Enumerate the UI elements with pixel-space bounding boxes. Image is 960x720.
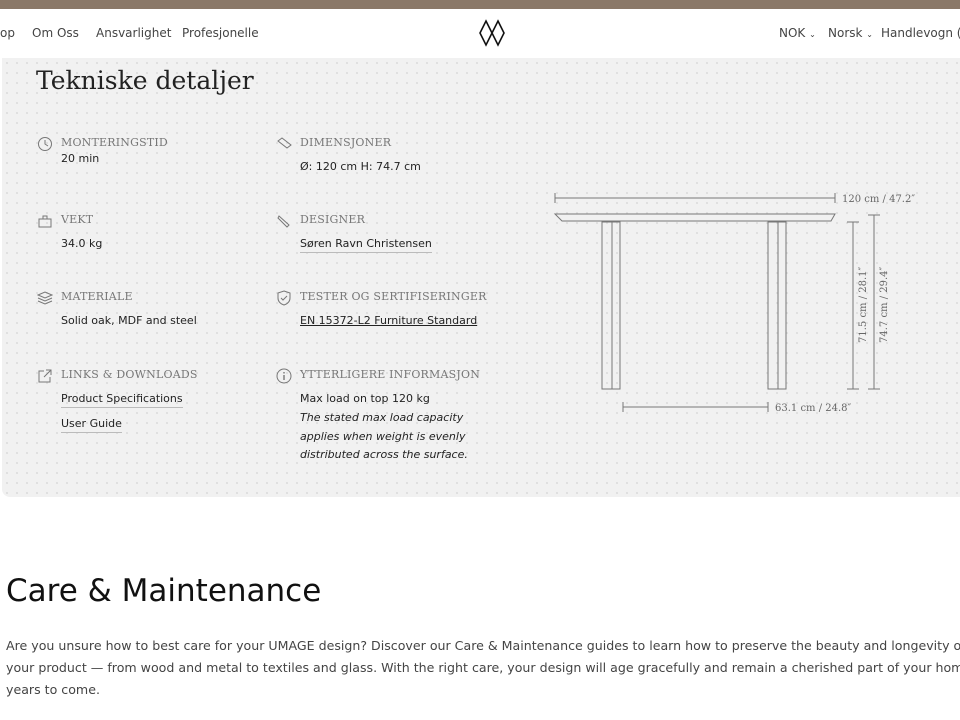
care-title: Care & Maintenance: [6, 573, 322, 609]
currency-label: NOK: [779, 26, 806, 40]
nav-link-shop[interactable]: op: [0, 26, 15, 40]
detail-value: Solid oak, MDF and steel: [61, 314, 197, 327]
table-dimension-drawing: 120 cm / 47.2″ 71.5 cm / 28.1″ 74.7 cm /…: [553, 193, 915, 414]
designer-link[interactable]: Søren Ravn Christensen: [300, 237, 432, 253]
detail-label: MATERIALE: [61, 290, 133, 303]
layers-icon: [37, 291, 53, 305]
shield-check-icon: [277, 290, 291, 306]
currency-selector[interactable]: NOK ⌄: [779, 26, 816, 40]
detail-label: DESIGNER: [300, 213, 366, 226]
leg-span-dimension-label: 63.1 cm / 24.8″: [775, 403, 852, 414]
nav-link-profesjonelle[interactable]: Profesjonelle: [182, 26, 259, 40]
cart-link[interactable]: Handlevogn (0: [881, 26, 960, 40]
nav-link-om-oss[interactable]: Om Oss: [32, 26, 79, 40]
language-label: Norsk: [828, 26, 863, 40]
detail-note: distributed across the surface.: [300, 448, 468, 461]
detail-label: VEKT: [61, 213, 94, 226]
brand-logo[interactable]: [478, 19, 506, 47]
info-icon: [276, 368, 292, 384]
detail-value: Ø: 120 cm H: 74.7 cm: [300, 160, 421, 173]
care-line: Are you unsure how to best care for your…: [6, 638, 960, 653]
certification-link[interactable]: EN 15372-L2 Furniture Standard: [300, 314, 477, 327]
leg-height-dimension-label: 71.5 cm / 28.1″: [858, 266, 869, 343]
user-guide-link[interactable]: User Guide: [61, 417, 122, 433]
chevron-down-icon: ⌄: [866, 30, 873, 39]
section-title: Tekniske detaljer: [36, 66, 254, 95]
detail-value: 20 min: [61, 152, 100, 165]
care-line: your product — from wood and metal to te…: [6, 660, 960, 675]
detail-note: The stated max load capacity: [300, 411, 464, 424]
care-description: Are you unsure how to best care for your…: [6, 635, 960, 701]
detail-label: TESTER OG SERTIFISERINGER: [300, 290, 487, 303]
care-line: years to come.: [6, 682, 100, 697]
detail-note: applies when weight is evenly: [300, 430, 466, 443]
detail-value: Max load on top 120 kg: [300, 392, 430, 405]
technical-details-panel: Tekniske detaljer MONTERINGSTID 20 min D…: [2, 58, 960, 497]
total-height-dimension-label: 74.7 cm / 29.4″: [879, 266, 890, 343]
announcement-bar: [0, 0, 960, 9]
ruler-icon: [277, 137, 292, 149]
chevron-down-icon: ⌄: [809, 30, 816, 39]
product-specifications-link[interactable]: Product Specifications: [61, 392, 183, 408]
detail-label: DIMENSJONER: [300, 136, 392, 149]
pencil-icon: [277, 215, 290, 228]
language-selector[interactable]: Norsk ⌄: [828, 26, 873, 40]
top-nav: op Om Oss Ansvarlighet Profesjonelle NOK…: [0, 9, 960, 58]
detail-label: MONTERINGSTID: [61, 136, 168, 149]
width-dimension-label: 120 cm / 47.2″: [842, 194, 915, 205]
nav-link-ansvarlighet[interactable]: Ansvarlighet: [96, 26, 171, 40]
detail-label: LINKS & DOWNLOADS: [61, 368, 198, 381]
detail-value: 34.0 kg: [61, 237, 103, 250]
external-link-icon: [38, 369, 52, 383]
weight-icon: [38, 215, 52, 228]
detail-label: YTTERLIGERE INFORMASJON: [300, 368, 481, 381]
clock-icon: [38, 137, 52, 151]
